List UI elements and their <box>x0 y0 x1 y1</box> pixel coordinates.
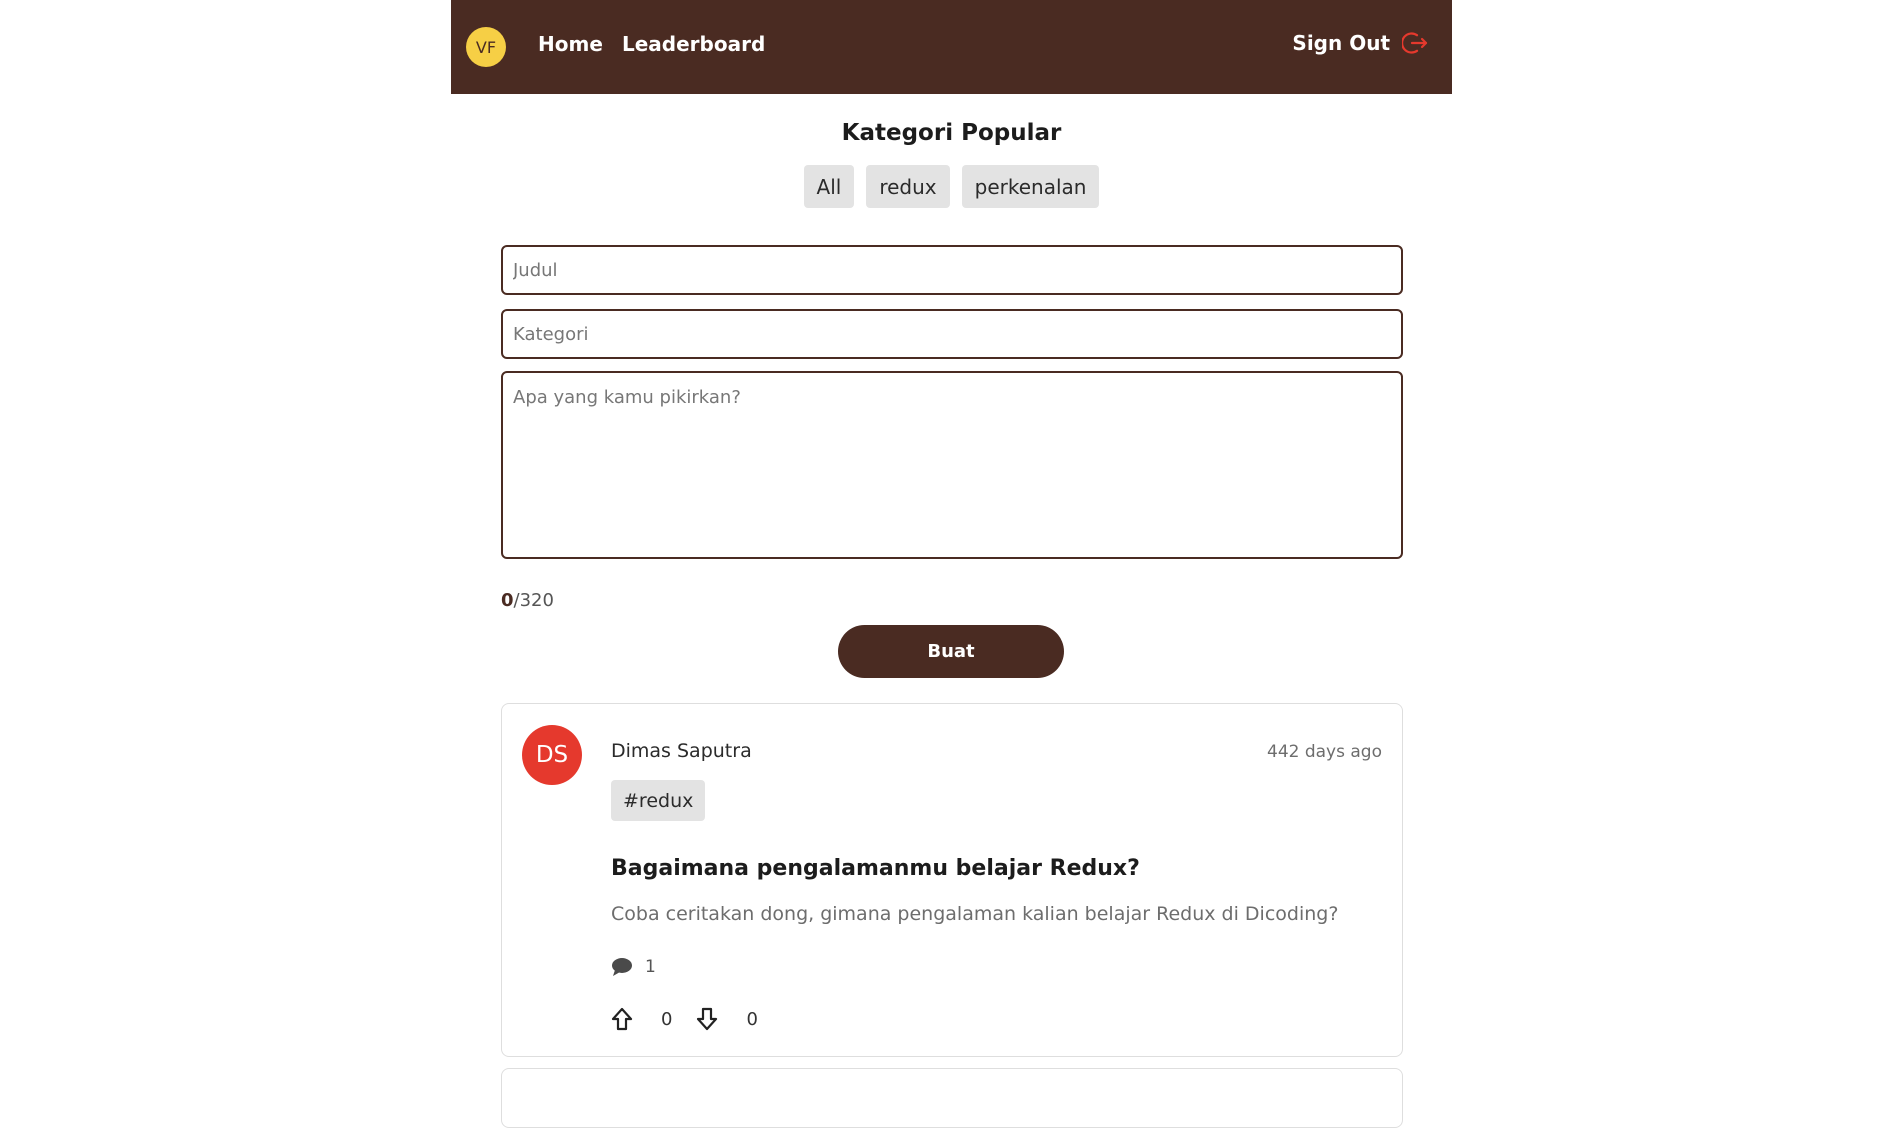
thread-owner-name: Dimas Saputra <box>611 740 752 762</box>
thread-category-tag[interactable]: #redux <box>611 780 706 821</box>
counter-max: /320 <box>513 590 554 611</box>
signout-label: Sign Out <box>1292 31 1390 55</box>
counter-current: 0 <box>501 590 514 611</box>
character-counter: 0/320 <box>501 590 554 611</box>
thread-body-textarea[interactable] <box>501 371 1403 559</box>
thread-body-text: Coba ceritakan dong, gimana pengalaman k… <box>611 903 1339 925</box>
user-avatar[interactable]: VF <box>466 27 506 67</box>
downvote-count: 0 <box>746 1008 758 1030</box>
thread-created-at: 442 days ago <box>1267 742 1382 762</box>
thread-votes: 0 0 <box>611 1007 758 1031</box>
nav-home-link[interactable]: Home <box>538 32 603 56</box>
logout-icon <box>1402 32 1428 54</box>
comment-icon <box>612 958 632 976</box>
upvote-button[interactable] <box>611 1007 633 1031</box>
create-thread-button[interactable]: Buat <box>838 625 1064 678</box>
upvote-count: 0 <box>661 1008 673 1030</box>
app-container: VF Home Leaderboard Sign Out Kategori Po… <box>451 0 1452 1128</box>
thread-category-input[interactable] <box>501 309 1403 359</box>
thread-card: DS Dimas Saputra 442 days ago #redux Bag… <box>501 703 1403 1057</box>
categories-list: All redux perkenalan <box>451 165 1452 208</box>
arrow-down-icon <box>697 1007 718 1031</box>
arrow-up-icon <box>611 1007 633 1031</box>
thread-comments: 1 <box>611 957 656 977</box>
thread-card-next <box>501 1068 1403 1128</box>
comment-count: 1 <box>645 957 656 977</box>
downvote-button[interactable] <box>696 1007 718 1031</box>
category-chip-redux[interactable]: redux <box>866 165 950 208</box>
thread-title-link[interactable]: Bagaimana pengalamanmu belajar Redux? <box>611 856 1140 881</box>
navbar: VF Home Leaderboard Sign Out <box>451 0 1452 94</box>
category-chip-perkenalan[interactable]: perkenalan <box>961 165 1100 208</box>
category-chip-all[interactable]: All <box>803 165 855 208</box>
thread-owner-avatar: DS <box>522 725 582 785</box>
categories-title: Kategori Popular <box>841 120 1062 146</box>
signout-button[interactable]: Sign Out <box>1292 30 1428 56</box>
thread-title-input[interactable] <box>501 245 1403 295</box>
nav-leaderboard-link[interactable]: Leaderboard <box>622 32 765 56</box>
